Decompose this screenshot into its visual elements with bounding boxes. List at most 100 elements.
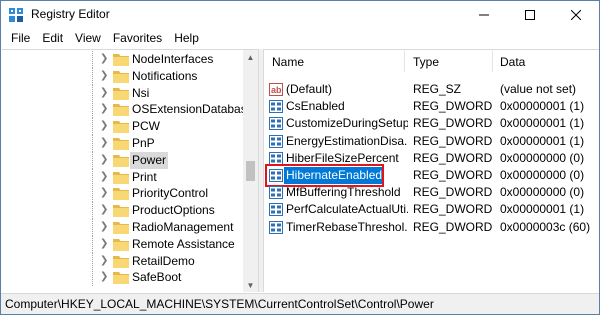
value-row[interactable]: ab (Default) REG_SZ (value not set) [264, 81, 599, 98]
chevron-right-icon[interactable]: ❯ [100, 203, 110, 217]
value-row[interactable]: TimerRebaseThreshol... REG_DWORD 0x0000003… [264, 219, 599, 236]
folder-icon [113, 255, 129, 268]
tree-guide-line [92, 135, 93, 152]
maximize-button[interactable] [507, 1, 553, 28]
folder-icon [113, 238, 129, 251]
tree-guide-line [92, 84, 93, 102]
chevron-right-icon[interactable]: ❯ [100, 220, 110, 234]
tree-item[interactable]: ❯ SafeBoot [2, 269, 242, 287]
value-row[interactable]: CsEnabled REG_DWORD 0x00000001 (1) [264, 98, 599, 115]
value-data: 0x00000000 (0) [500, 150, 585, 165]
scroll-up-arrow-icon[interactable]: ▲ [243, 50, 258, 65]
tree-item[interactable]: ❯ RetailDemo [2, 252, 242, 270]
tree-item-label: ProductOptions [132, 203, 215, 218]
folder-icon [113, 54, 129, 66]
tree-guide-line [92, 67, 93, 85]
tree-item-label: PriorityControl [132, 186, 209, 201]
chevron-right-icon[interactable]: ❯ [100, 237, 110, 251]
scroll-thumb[interactable] [246, 161, 255, 181]
folder-icon [113, 188, 129, 201]
value-row[interactable]: EnergyEstimationDisa... REG_DWORD 0x000000… [264, 133, 599, 150]
chevron-right-icon[interactable]: ❯ [100, 170, 110, 184]
tree-item[interactable]: ❯ OSExtensionDatabase [2, 101, 253, 119]
minimize-button[interactable] [461, 1, 507, 28]
value-name: CustomizeDuringSetup [286, 116, 408, 131]
svg-text:ab: ab [271, 85, 282, 95]
tree-item[interactable]: ❯ ProductOptions [2, 202, 242, 220]
value-list-pane[interactable]: Name Type Data ab (Default) REG_SZ (value n… [264, 49, 599, 292]
key-tree-pane[interactable]: ❯ NodeInterfaces ❯ Notifications ❯ Nsi ❯ OSExte… [2, 49, 258, 292]
folder-icon [113, 104, 129, 117]
value-type: REG_DWORD [413, 202, 493, 217]
tree-item-label: PCW [132, 119, 160, 134]
value-row[interactable]: MfBufferingThreshold REG_DWORD 0x00000000 … [264, 184, 599, 201]
tree-item[interactable]: ❯ PCW [2, 118, 242, 136]
value-data: 0x00000000 (0) [500, 168, 585, 182]
chevron-right-icon[interactable]: ❯ [100, 153, 110, 167]
close-icon [571, 9, 581, 20]
value-name: CsEnabled [286, 99, 345, 114]
chevron-right-icon[interactable]: ❯ [100, 254, 110, 268]
chevron-right-icon[interactable]: ❯ [100, 186, 110, 200]
tree-item-label: Print [132, 169, 157, 184]
tree-item[interactable]: ❯ PnP [2, 135, 242, 152]
chevron-right-icon[interactable]: ❯ [100, 102, 110, 116]
folder-icon [113, 138, 129, 150]
title-bar[interactable]: Registry Editor [1, 1, 599, 28]
folder-icon [113, 87, 129, 100]
folder-icon [113, 171, 129, 184]
menu-favorites[interactable]: Favorites [107, 28, 168, 48]
minimize-icon [479, 14, 489, 15]
value-name: TimerRebaseThreshol... [286, 219, 408, 234]
tree-item[interactable]: ❯ PriorityControl [2, 185, 242, 203]
value-type: REG_DWORD [413, 99, 493, 114]
menu-edit[interactable]: Edit [36, 28, 69, 48]
column-divider[interactable] [404, 50, 405, 72]
tree-item[interactable]: ❯ Nsi [2, 84, 242, 102]
chevron-right-icon[interactable]: ❯ [100, 86, 110, 100]
chevron-right-icon[interactable]: ❯ [100, 69, 110, 83]
window-title: Registry Editor [31, 7, 110, 21]
value-data: 0x00000001 (1) [500, 133, 585, 148]
chevron-right-icon[interactable]: ❯ [100, 52, 110, 66]
tree-guide-line [92, 219, 93, 236]
status-bar-path: Computer\HKEY_LOCAL_MACHINE\SYSTEM\Curre… [1, 293, 599, 314]
value-type: REG_DWORD [413, 116, 493, 131]
folder-icon [113, 272, 129, 285]
tree-item-label: Nsi [132, 85, 150, 100]
chevron-right-icon[interactable]: ❯ [100, 119, 110, 133]
dword-value-icon [269, 203, 283, 217]
close-button[interactable] [553, 1, 599, 28]
tree-item-label: RadioManagement [132, 220, 234, 234]
menu-bar: File Edit View Favorites Help [1, 28, 599, 48]
string-value-icon: ab [269, 83, 283, 96]
column-header-data[interactable]: Data [500, 52, 525, 72]
column-divider[interactable] [492, 50, 493, 72]
tree-item[interactable]: ❯ Print [2, 168, 242, 186]
dword-value-icon [269, 220, 283, 234]
chevron-right-icon[interactable]: ❯ [100, 136, 110, 150]
value-row[interactable]: PerfCalculateActualUti... REG_DWORD 0x0000… [264, 201, 599, 218]
folder-icon [113, 70, 129, 83]
dword-value-icon [269, 117, 283, 131]
scroll-down-arrow-icon[interactable]: ▼ [243, 278, 258, 292]
value-type: REG_DWORD [413, 185, 493, 200]
chevron-right-icon[interactable]: ❯ [100, 270, 110, 284]
value-data: 0x00000001 (1) [500, 99, 585, 114]
value-name: EnergyEstimationDisa... [286, 133, 408, 148]
tree-item[interactable]: ❯ NodeInterfaces [2, 51, 242, 68]
value-row[interactable]: CustomizeDuringSetup REG_DWORD 0x00000001 … [264, 115, 599, 132]
tree-vertical-scrollbar[interactable]: ▲ ▼ [243, 50, 258, 292]
menu-help[interactable]: Help [168, 28, 205, 48]
column-header-name[interactable]: Name [272, 52, 304, 72]
column-header-type[interactable]: Type [413, 52, 439, 72]
tree-item[interactable]: ❯ RadioManagement [2, 219, 242, 236]
menu-view[interactable]: View [69, 28, 107, 48]
tree-item[interactable]: ❯ Remote Assistance [2, 235, 242, 253]
tree-item[interactable]: ❯ Power [2, 151, 242, 169]
folder-icon [113, 154, 129, 167]
dword-value-icon [269, 151, 283, 165]
tree-item[interactable]: ❯ Notifications [2, 67, 242, 85]
menu-file[interactable]: File [5, 28, 36, 48]
value-row[interactable]: HibernateEnabled REG_DWORD 0x00000000 (0) [264, 164, 599, 187]
